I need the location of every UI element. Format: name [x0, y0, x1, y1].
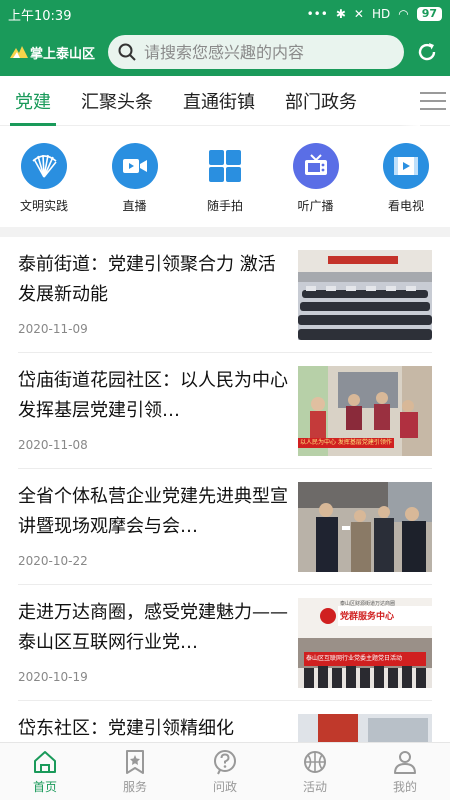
tab-headlines[interactable]: 汇聚头条 — [66, 76, 168, 126]
nav-inquiry[interactable]: 问政 — [180, 743, 270, 800]
news-thumbnail: 以人民为中心 发挥基层党建引领作用 — [298, 366, 432, 456]
news-thumbnail — [298, 482, 432, 572]
news-date: 2020-11-09 — [18, 322, 88, 336]
news-date: 2020-11-08 — [18, 438, 88, 452]
news-title: 岱东社区：党建引领精细化 — [18, 718, 234, 739]
section-divider — [0, 227, 450, 237]
quick-links: 文明实践 直播 随手拍 听广播 看电视 — [0, 127, 450, 227]
user-icon — [394, 750, 416, 774]
news-item[interactable]: 岱东社区：党建引领精细化 — [0, 701, 450, 742]
basketball-icon — [304, 750, 326, 773]
menu-line — [420, 92, 446, 94]
film-icon — [383, 143, 429, 189]
tab-party-building[interactable]: 党建 — [0, 76, 66, 126]
nav-label: 活动 — [302, 779, 327, 794]
grid-icon — [202, 143, 248, 189]
refresh-icon — [418, 43, 436, 61]
thumbnail-banner: 泰山区互联网行业党委主题党日活动 — [306, 655, 403, 662]
mountain-logo-icon — [10, 46, 28, 58]
news-list: 泰前街道：党建引领聚合力 激活发展新动能 2020-11-09 岱庙街道花园社区… — [0, 237, 450, 742]
fan-icon — [21, 143, 67, 189]
quick-link-snapshot[interactable]: 随手拍 — [187, 127, 263, 227]
search-box[interactable] — [108, 35, 404, 69]
app-logo[interactable]: 掌上泰山区 — [10, 43, 102, 62]
quick-link-radio[interactable]: 听广播 — [278, 127, 354, 227]
quick-link-tv[interactable]: 看电视 — [368, 127, 444, 227]
tab-departments[interactable]: 部门政务 — [270, 76, 372, 126]
notification-dots: ••• — [306, 7, 328, 21]
quick-link-live[interactable]: 直播 — [97, 127, 173, 227]
menu-line — [420, 100, 446, 102]
search-icon — [118, 43, 136, 61]
battery-indicator: 97 — [416, 7, 442, 21]
status-bar: 上午10:39 ••• ✱ ✕ HD ◠ 97 — [0, 0, 450, 28]
thumbnail-caption: 以人民为中心 发挥基层党建引领作用 — [300, 439, 392, 446]
nav-label: 问政 — [212, 779, 237, 794]
bluetooth-icon: ✱ — [335, 7, 346, 21]
video-camera-icon — [111, 143, 158, 189]
home-icon — [34, 750, 56, 773]
quick-link-label: 文明实践 — [19, 199, 68, 213]
nav-service[interactable]: 服务 — [90, 743, 180, 800]
nav-mine[interactable]: 我的 — [360, 743, 450, 800]
nav-label: 首页 — [32, 779, 57, 794]
news-date: 2020-10-22 — [18, 554, 88, 568]
tab-menu-button[interactable] — [420, 90, 446, 112]
nav-label: 服务 — [122, 779, 147, 794]
news-thumbnail: 泰山区财源街道万达商圈 党群服务中心 泰山区互联网行业党委主题党日活动 — [298, 598, 432, 688]
refresh-button[interactable] — [414, 39, 440, 65]
news-title: 全省个体私营企业党建先进典型宣讲暨现场观摩会与会… — [18, 486, 288, 537]
quick-link-label: 直播 — [122, 199, 147, 213]
star-bookmark-icon — [126, 749, 144, 774]
news-title: 岱庙街道花园社区：以人民为中心 发挥基层党建引领… — [18, 370, 288, 421]
category-tabs: 党建 汇聚头条 直通街镇 部门政务 — [0, 76, 450, 126]
tab-fade — [400, 76, 420, 126]
quick-link-label: 听广播 — [297, 199, 334, 213]
tv-radio-icon — [292, 143, 339, 189]
nav-label: 我的 — [392, 779, 417, 794]
tab-streets[interactable]: 直通街镇 — [168, 76, 270, 126]
news-date: 2020-10-19 — [18, 670, 88, 684]
quick-link-civilization[interactable]: 文明实践 — [6, 127, 82, 227]
app-header: 掌上泰山区 — [0, 28, 450, 76]
news-item[interactable]: 走进万达商圈，感受党建魅力——泰山区互联网行业党… 2020-10-19 泰山区… — [0, 585, 450, 701]
nav-home[interactable]: 首页 — [0, 743, 90, 800]
status-time: 上午10:39 — [8, 8, 72, 24]
question-icon — [214, 749, 236, 774]
wifi-icon: ◠ — [398, 7, 409, 21]
news-title: 泰前街道：党建引领聚合力 激活发展新动能 — [18, 254, 276, 305]
mute-icon: ✕ — [353, 7, 364, 21]
thumbnail-sign: 党群服务中心 — [340, 612, 395, 622]
nav-activity[interactable]: 活动 — [270, 743, 360, 800]
news-item[interactable]: 泰前街道：党建引领聚合力 激活发展新动能 2020-11-09 — [0, 237, 450, 353]
menu-line — [420, 108, 446, 110]
quick-link-label: 随手拍 — [206, 199, 243, 213]
search-input[interactable] — [144, 42, 394, 62]
quick-link-label: 看电视 — [387, 199, 424, 213]
bottom-nav: 首页 服务 问政 活动 我的 — [0, 742, 450, 800]
thumbnail-top-text: 泰山区财源街道万达商圈 — [340, 601, 396, 607]
logo-text: 掌上泰山区 — [30, 46, 96, 62]
signal-icon: HD — [371, 7, 391, 21]
news-thumbnail — [298, 714, 432, 742]
news-title: 走进万达商圈，感受党建魅力——泰山区互联网行业党… — [18, 602, 288, 653]
news-item[interactable]: 全省个体私营企业党建先进典型宣讲暨现场观摩会与会… 2020-10-22 — [0, 469, 450, 585]
news-thumbnail — [298, 250, 432, 340]
news-item[interactable]: 岱庙街道花园社区：以人民为中心 发挥基层党建引领… 2020-11-08 以人民… — [0, 353, 450, 469]
